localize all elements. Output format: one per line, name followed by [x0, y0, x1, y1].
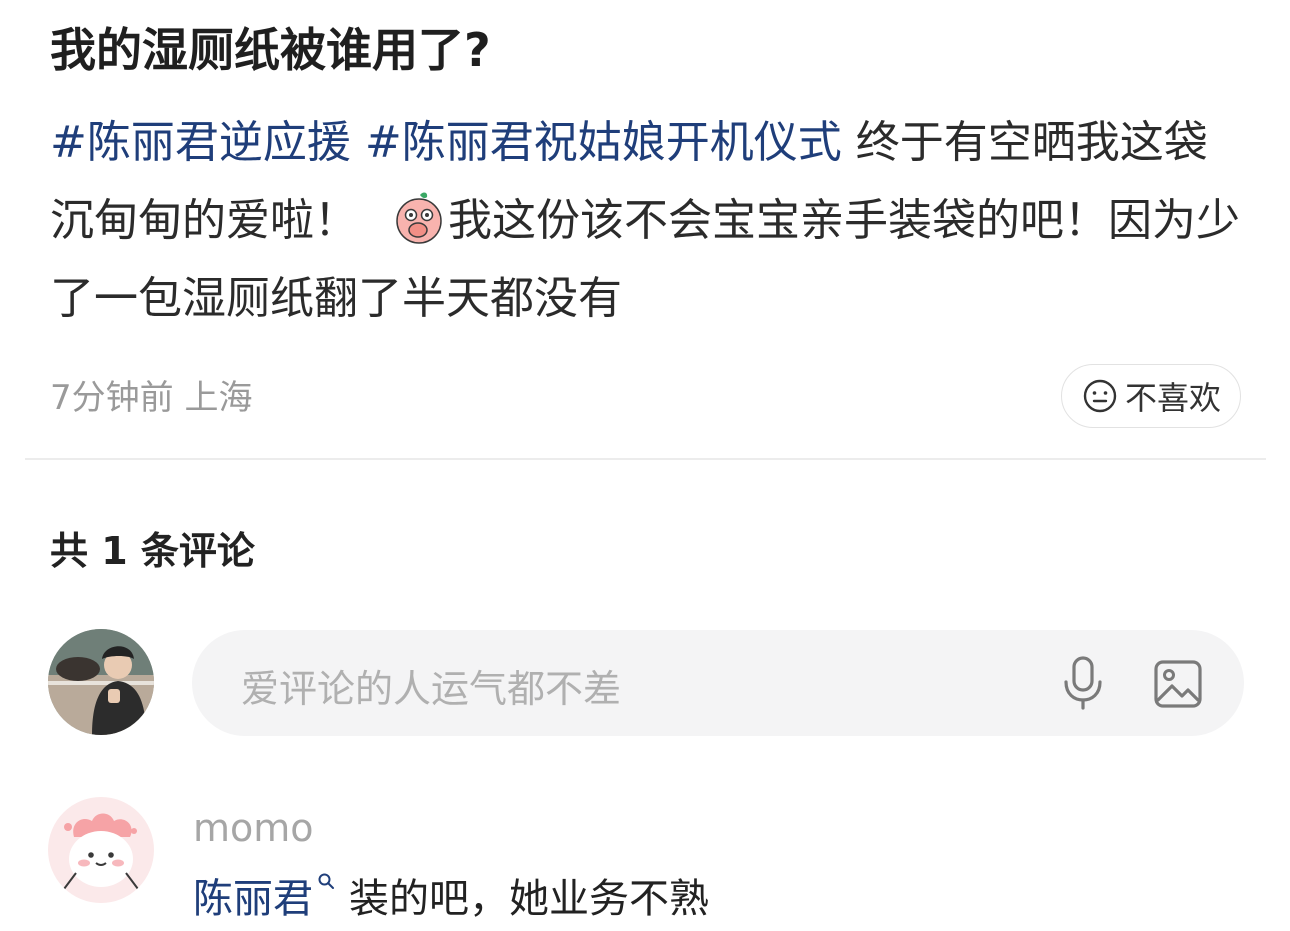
hashtag-link[interactable]: #陈丽君祝姑娘开机仪式: [365, 117, 842, 168]
post-meta: 7分钟前 上海: [50, 370, 252, 419]
hashtag-link[interactable]: #陈丽君逆应援: [50, 117, 351, 168]
divider: [25, 458, 1266, 460]
comment-count: 共 1 条评论: [50, 529, 255, 573]
image-icon[interactable]: [1152, 658, 1204, 710]
commenter-avatar[interactable]: [48, 797, 154, 903]
current-user-avatar[interactable]: [48, 629, 154, 735]
post-time: 7分钟前: [50, 378, 174, 418]
search-icon: [318, 873, 334, 889]
post-title: 我的湿厕纸被谁用了?: [50, 23, 491, 77]
neutral-face-icon: [1083, 379, 1117, 413]
comment-username[interactable]: momo: [193, 806, 314, 850]
microphone-icon[interactable]: [1058, 654, 1108, 712]
comment-input-placeholder: 爱评论的人运气都不差: [241, 667, 622, 711]
comment-input[interactable]: 爱评论的人运气都不差: [192, 630, 1244, 736]
mention-link[interactable]: 陈丽君: [193, 876, 313, 922]
comment-body: 装的吧，她业务不熟: [349, 876, 709, 922]
post-location: 上海: [184, 378, 253, 418]
post-body: #陈丽君逆应援 #陈丽君祝姑娘开机仪式 终于有空晒我这袋沉甸甸的爱啦！ 我这份该…: [50, 104, 1250, 338]
dislike-button[interactable]: 不喜欢: [1061, 364, 1241, 428]
dislike-label: 不喜欢: [1124, 379, 1221, 417]
comment-text: 陈丽君 装的吧，她业务不熟: [193, 866, 709, 924]
blush-emoji-icon: [392, 191, 446, 245]
